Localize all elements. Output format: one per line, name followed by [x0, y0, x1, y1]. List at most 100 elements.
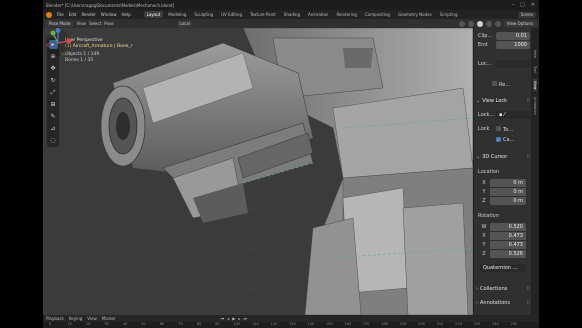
navigation-gizmo-icon[interactable] — [43, 28, 73, 58]
tab-rendering[interactable]: Rendering — [333, 11, 359, 18]
menu-select[interactable]: Select — [89, 21, 101, 26]
timeline-frame-tick: 180 — [381, 322, 388, 326]
local-camera-field[interactable] — [496, 60, 530, 68]
cursor-loc-z-field[interactable]: 0 m — [490, 196, 526, 205]
tab-item[interactable]: Item — [533, 48, 537, 60]
tab-compositing[interactable]: Compositing — [362, 11, 393, 18]
top-menu-bar: File Edit Render Window Help Layout Mode… — [43, 10, 539, 19]
overlay-icon[interactable] — [458, 20, 465, 27]
drag-handle-icon[interactable]: ⠿ — [526, 98, 530, 104]
material-shading-icon[interactable] — [485, 20, 492, 27]
drag-handle-icon[interactable]: ⠿ — [526, 300, 530, 306]
minimize-button[interactable]: – — [512, 2, 515, 8]
play-icon[interactable]: ▶ — [232, 316, 235, 321]
render-region-label[interactable]: Re... — [478, 80, 510, 88]
tab-tool[interactable]: Tool — [533, 64, 537, 75]
timeline-frame-tick: 160 — [344, 322, 352, 326]
annotations-section[interactable]: › Annotations ⠿ — [476, 298, 530, 307]
blender-logo-icon[interactable] — [46, 11, 52, 18]
scale-tool[interactable]: ⤢ — [49, 88, 58, 97]
timeline-frame-tick: 250 — [510, 322, 518, 326]
menu-file[interactable]: File — [57, 12, 64, 17]
timeline-frame-tick: 30 — [104, 322, 109, 326]
drag-handle-icon[interactable]: ⠿ — [526, 154, 530, 160]
tab-uv-editing[interactable]: UV Editing — [218, 11, 245, 18]
clip-end-field[interactable]: 1000 — [496, 41, 530, 49]
rotation-label: Rotation — [478, 213, 499, 219]
render-region-row: Re... — [478, 80, 530, 88]
tab-layout[interactable]: Layout — [143, 11, 164, 18]
tab-sculpting[interactable]: Sculpting — [191, 11, 216, 18]
rotation-mode-dropdown[interactable]: Quaternion ... — [480, 264, 526, 272]
timeline-frame-tick: 190 — [399, 322, 407, 326]
tab-texture-paint[interactable]: Texture Paint — [247, 11, 279, 18]
cursor-rot-z-field[interactable]: 0.526 — [490, 249, 526, 258]
xray-icon[interactable] — [467, 20, 474, 27]
clip-end-row: End 1000 — [478, 41, 530, 49]
annotations-title: Annotations — [480, 299, 511, 306]
lock-camera-row: ✓ Ca... — [478, 136, 530, 144]
keying-menu[interactable]: Keying — [69, 316, 82, 321]
close-button[interactable]: ✕ — [531, 2, 535, 8]
tab-scripting[interactable]: Scripting — [437, 11, 461, 18]
cursor-rot-x-row: X 0.473 — [478, 231, 526, 240]
timeline-frame-tick: 240 — [492, 322, 499, 326]
clip-start-field[interactable]: 0.01 — [496, 32, 530, 40]
annotate-tool[interactable]: ✎ — [49, 112, 58, 121]
scene-field[interactable]: Scene — [517, 11, 536, 18]
cursor-rot-y-field[interactable]: 0.473 — [490, 240, 526, 249]
jump-end-icon[interactable]: ⏭ — [243, 316, 247, 321]
lock-object-row: Lock... ▪ ⁄ — [478, 111, 530, 119]
title-bar: Blender* [C:\Users\ragog\Documents\Model… — [43, 0, 539, 10]
transform-tool[interactable]: ⊞ — [49, 100, 58, 109]
3d-cursor-section[interactable]: ⌄ 3D Cursor ⠿ — [476, 152, 530, 161]
timeline-frame-tick: 40 — [122, 322, 128, 326]
menu-edit[interactable]: Edit — [69, 12, 77, 17]
menu-help[interactable]: Help — [121, 12, 130, 17]
view-options-button[interactable]: View Options — [503, 20, 536, 27]
menu-view[interactable]: View — [76, 21, 86, 26]
lock-to-cursor-toggle[interactable]: To... — [496, 125, 513, 133]
marker-menu[interactable]: Marker — [102, 316, 116, 321]
playback-menu[interactable]: Playback — [46, 316, 64, 321]
mode-selector[interactable]: Pose Mode — [46, 20, 74, 27]
tab-geometry-nodes[interactable]: Geometry Nodes — [395, 11, 435, 18]
tab-animation-sidebar[interactable]: Animation — [533, 95, 537, 117]
cursor-rot-w-field[interactable]: 0.520 — [490, 222, 526, 231]
render-region-checkbox[interactable] — [492, 80, 497, 86]
drag-handle-icon[interactable]: ⠿ — [526, 286, 530, 292]
next-key-icon[interactable]: ▸ — [238, 316, 240, 321]
solid-shading-icon[interactable] — [476, 20, 483, 27]
orientation-selector[interactable]: Local — [176, 20, 193, 27]
clip-end-label: End — [478, 42, 488, 48]
tab-animation[interactable]: Animation — [305, 11, 331, 18]
menu-window[interactable]: Window — [101, 12, 117, 17]
jump-start-icon[interactable]: ⏮ — [221, 316, 225, 321]
tab-shading[interactable]: Shading — [281, 11, 303, 18]
move-tool[interactable]: ✥ — [49, 64, 58, 73]
rendered-shading-icon[interactable] — [494, 20, 501, 27]
maximize-button[interactable]: □ — [520, 2, 525, 8]
lock-object-field[interactable]: ▪ ⁄ — [496, 111, 530, 119]
measure-tool[interactable]: ⊿ — [49, 124, 58, 133]
timeline-frame-tick: 20 — [85, 322, 91, 326]
cursor-loc-x-field[interactable]: 0 m — [490, 178, 526, 187]
tab-view[interactable]: View — [533, 78, 537, 92]
rotate-tool[interactable]: ↻ — [49, 76, 58, 85]
menu-pose[interactable]: Pose — [104, 21, 113, 26]
window-title: Blender* [C:\Users\ragog\Documents\Model… — [46, 2, 175, 8]
cursor-loc-y-field[interactable]: 0 m — [490, 187, 526, 196]
collections-section[interactable]: › Collections ⠿ — [476, 284, 530, 293]
menu-render[interactable]: Render — [81, 12, 95, 17]
clip-start-row: Clip... 0.01 — [478, 32, 530, 40]
timeline-ruler[interactable]: 0 10 20 30 40 50 60 70 80 90 100 110 120 130 140 150 160… — [43, 322, 539, 328]
tab-modeling[interactable]: Modeling — [165, 11, 189, 18]
timeline-view-menu[interactable]: View — [87, 316, 97, 321]
lock-camera-toggle[interactable]: ✓ Ca... — [496, 137, 514, 143]
cursor-rot-x-field[interactable]: 0.473 — [490, 231, 526, 240]
rotation-mode-row: Quaternion ... — [480, 264, 526, 272]
3d-viewport[interactable]: ▸ ⊕ ✥ ↻ ⤢ ⊞ ✎ ⊿ ◌ User Perspective (1) A… — [43, 28, 473, 315]
prev-key-icon[interactable]: ◂ — [227, 316, 229, 321]
view-lock-section[interactable]: ⌄ View Lock ⠿ — [476, 96, 530, 105]
roll-tool[interactable]: ◌ — [49, 136, 58, 145]
